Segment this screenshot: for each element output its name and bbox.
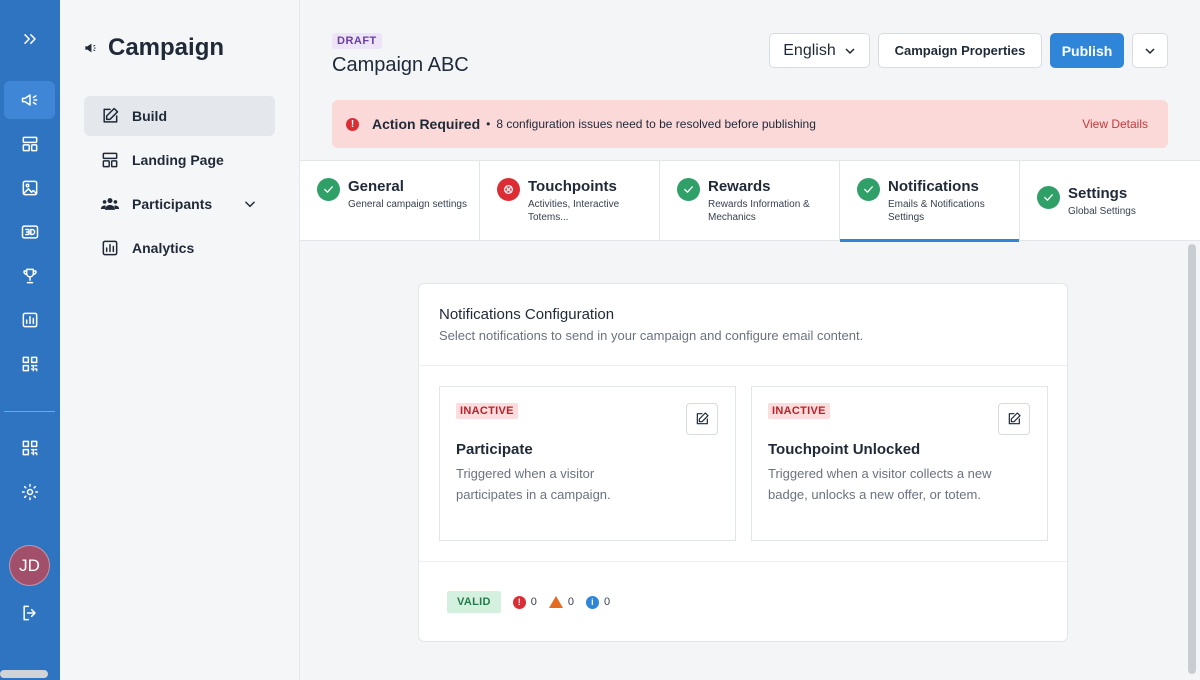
expand-icon[interactable]: [4, 20, 55, 58]
campaign-icon[interactable]: [4, 81, 55, 119]
horizontal-scrollbar[interactable]: [0, 670, 48, 678]
edit-icon: [696, 412, 709, 425]
nav-title: Campaign: [84, 34, 224, 62]
users-icon: [100, 198, 120, 210]
tab-label: Touchpoints: [528, 178, 617, 195]
info-icon: i: [585, 595, 599, 609]
notification-description: Triggered when a visitor participates in…: [456, 466, 611, 502]
sidebar-item-build[interactable]: Build: [84, 96, 275, 136]
image-icon[interactable]: [4, 169, 55, 207]
vertical-scrollbar[interactable]: [1188, 244, 1196, 674]
alert-message: 8 configuration issues need to be resolv…: [496, 117, 816, 131]
info-count-value: 0: [603, 596, 611, 608]
edit-button[interactable]: [998, 403, 1030, 435]
layout-icon: [102, 152, 118, 168]
trophy-icon[interactable]: [4, 257, 55, 295]
tab-settings[interactable]: Settings Global Settings: [1020, 161, 1200, 241]
card-subtitle: Select notifications to send in your cam…: [439, 328, 864, 343]
check-circle-icon: [677, 178, 700, 201]
more-options-button[interactable]: [1132, 33, 1168, 68]
tab-label: Notifications: [888, 178, 979, 195]
warning-count: 0: [548, 596, 574, 608]
warning-icon: [548, 596, 563, 608]
tab-sub: Rewards Information & Mechanics: [708, 199, 810, 223]
chart-icon[interactable]: [4, 301, 55, 339]
edit-button[interactable]: [686, 403, 718, 435]
alert-separator: •: [486, 117, 491, 131]
status-badge: DRAFT: [332, 33, 382, 49]
3d-icon[interactable]: [4, 213, 55, 251]
nav-title-text: Campaign: [108, 34, 225, 61]
error-count: ! 0: [512, 595, 537, 609]
tab-rewards[interactable]: Rewards Rewards Information & Mechanics: [660, 161, 840, 241]
chart-icon: [102, 240, 118, 256]
tab-touchpoints[interactable]: Touchpoints Activities, Interactive Tote…: [480, 161, 660, 241]
tab-label: General: [348, 178, 404, 195]
settings-icon[interactable]: [4, 473, 55, 511]
tab-sub: Activities, Interactive Totems...: [528, 199, 620, 223]
edit-icon: [103, 107, 119, 123]
tab-sub: Global Settings: [1068, 206, 1136, 217]
card-divider: [419, 561, 1067, 562]
error-circle-icon: [497, 178, 520, 201]
sidebar-item-participants[interactable]: Participants: [84, 184, 275, 224]
card-divider: [419, 365, 1067, 366]
page-title: Campaign ABC: [332, 54, 469, 76]
error-icon: !: [512, 595, 526, 609]
tab-sub: General campaign settings: [348, 199, 467, 210]
status-badge: INACTIVE: [768, 403, 830, 419]
sidebar-item-label: Landing Page: [132, 152, 224, 168]
tab-notifications[interactable]: Notifications Emails & Notifications Set…: [840, 161, 1020, 242]
chevron-down-icon[interactable]: [243, 197, 257, 211]
campaign-properties-button[interactable]: Campaign Properties: [878, 33, 1042, 68]
qr-icon[interactable]: [4, 429, 55, 467]
error-icon: !: [346, 117, 359, 131]
sidebar-item-label: Analytics: [132, 240, 195, 256]
chevron-down-icon: [845, 47, 855, 54]
error-count-value: 0: [530, 596, 537, 608]
tab-label: Rewards: [708, 178, 771, 195]
language-select[interactable]: English: [769, 33, 870, 68]
notification-touchpoint-unlocked: INACTIVE Touchpoint Unlocked Triggered w…: [751, 386, 1048, 541]
card-title: Notifications Configuration: [439, 306, 615, 323]
notification-participate: INACTIVE Participate Triggered when a vi…: [439, 386, 736, 541]
sidebar-nav: Campaign Build Landing Page Participants…: [60, 0, 300, 680]
check-circle-icon: [857, 178, 880, 201]
sidebar-item-analytics[interactable]: Analytics: [84, 228, 275, 268]
qr-icon[interactable]: [4, 345, 55, 383]
view-details-link[interactable]: View Details: [1082, 117, 1148, 131]
tab-general[interactable]: General General campaign settings: [300, 161, 480, 241]
status-badge: INACTIVE: [456, 403, 518, 419]
validation-summary: VALID ! 0 0 i 0: [447, 591, 610, 613]
edit-icon: [1008, 412, 1021, 425]
logout-icon[interactable]: [4, 594, 55, 632]
check-circle-icon: [1037, 186, 1060, 209]
sidebar-item-landing-page[interactable]: Landing Page: [84, 140, 275, 180]
warning-count-value: 0: [567, 596, 574, 608]
action-required-alert: ! Action Required • 8 configuration issu…: [332, 100, 1168, 148]
sidebar-item-label: Participants: [132, 196, 213, 212]
info-count: i 0: [585, 595, 611, 609]
sidebar-item-label: Build: [132, 108, 167, 124]
notification-title: Participate: [456, 441, 533, 458]
avatar[interactable]: JD: [9, 545, 50, 586]
layout-icon[interactable]: [4, 125, 55, 163]
publish-button[interactable]: Publish: [1050, 33, 1124, 68]
tab-label: Settings: [1068, 185, 1128, 202]
campaign-icon: [85, 43, 96, 53]
build-step-tabs: General General campaign settings Touchp…: [300, 160, 1200, 242]
alert-title: Action Required: [372, 116, 481, 132]
valid-badge: VALID: [447, 591, 501, 613]
chevron-down-icon: [1145, 47, 1155, 54]
rail-divider: [4, 411, 55, 412]
notification-title: Touchpoint Unlocked: [768, 441, 921, 458]
language-label: English: [783, 41, 836, 59]
notifications-configuration-card: Notifications Configuration Select notif…: [418, 283, 1068, 642]
check-circle-icon: [317, 178, 340, 201]
app-rail: JD: [0, 0, 60, 680]
tab-sub: Emails & Notifications Settings: [888, 199, 985, 223]
notification-description: Triggered when a visitor collects a new …: [768, 466, 992, 502]
